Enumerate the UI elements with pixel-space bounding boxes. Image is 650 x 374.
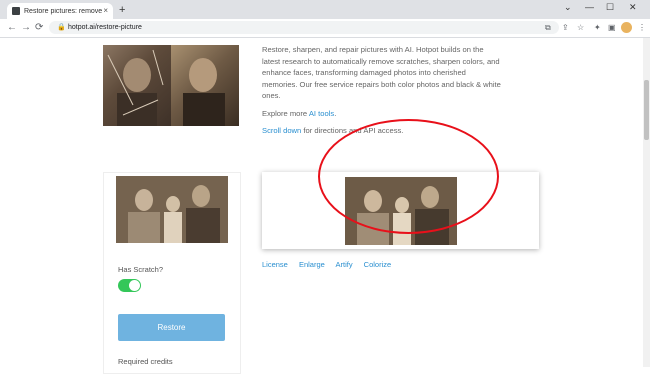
damaged-photo-half — [103, 45, 171, 126]
intro-paragraph: Restore, sharpen, and repair pictures wi… — [262, 45, 501, 100]
back-icon[interactable]: ← — [7, 22, 17, 33]
explore-suffix: . — [334, 108, 337, 118]
has-scratch-label: Has Scratch? — [118, 265, 164, 274]
has-scratch-toggle[interactable] — [118, 279, 141, 292]
bookmark-star-icon[interactable]: ☆ — [577, 23, 584, 32]
required-credits-label: Required credits — [118, 357, 173, 366]
tab-title: Restore pictures: remove scratch — [24, 7, 104, 15]
explore-prefix: Explore more — [262, 108, 309, 118]
maximize-icon[interactable]: ☐ — [606, 2, 614, 13]
license-link[interactable]: License — [262, 260, 288, 269]
lock-icon[interactable]: 🔒 — [57, 21, 66, 34]
profile-avatar[interactable] — [621, 22, 632, 33]
intro-description: Restore, sharpen, and repair pictures wi… — [262, 44, 502, 143]
scroll-suffix: for directions and API access. — [301, 126, 404, 135]
new-tab-icon[interactable]: + — [119, 4, 125, 16]
uploaded-photo-thumbnail[interactable] — [116, 176, 228, 243]
tab-search-icon[interactable]: ⌄ — [564, 2, 572, 13]
scroll-line: Scroll down for directions and API acces… — [262, 125, 502, 137]
share-icon[interactable]: ⇪ — [562, 23, 569, 32]
result-actions: License Enlarge Artify Colorize — [262, 260, 400, 269]
upload-panel: Has Scratch? Restore Required credits — [103, 172, 241, 374]
before-after-example-image — [103, 45, 239, 126]
explore-line: Explore more AI tools. — [262, 108, 502, 120]
address-bar[interactable]: 🔒 hotpot.ai/restore-picture — [49, 21, 559, 34]
artify-link[interactable]: Artify — [335, 260, 352, 269]
browser-toolbar: ← → ⟳ 🔒 hotpot.ai/restore-picture ⧉ ⇪ ☆ … — [0, 19, 650, 38]
url-text[interactable]: hotpot.ai/restore-picture — [68, 21, 142, 34]
result-card — [262, 172, 539, 249]
restore-button[interactable]: Restore — [118, 314, 225, 341]
page-scrollbar[interactable] — [643, 38, 650, 367]
ai-tools-link[interactable]: AI tools — [309, 109, 334, 118]
menu-icon[interactable]: ⋮ — [638, 23, 646, 32]
window-close-icon[interactable]: ✕ — [629, 2, 637, 13]
forward-icon[interactable]: → — [21, 22, 31, 33]
site-favicon-icon — [12, 7, 20, 15]
translate-icon[interactable]: ⧉ — [545, 23, 551, 33]
restored-photo-result[interactable] — [345, 177, 457, 245]
tab-close-icon[interactable]: × — [103, 6, 108, 15]
tab-strip: Restore pictures: remove scratch × + ⌄ —… — [0, 0, 650, 19]
scroll-down-link[interactable]: Scroll down — [262, 126, 301, 135]
side-panel-icon[interactable]: ▣ — [608, 23, 616, 32]
enlarge-link[interactable]: Enlarge — [299, 260, 325, 269]
toggle-knob — [129, 280, 140, 291]
extensions-icon[interactable]: ✦ — [594, 23, 601, 32]
colorize-link[interactable]: Colorize — [364, 260, 392, 269]
reload-icon[interactable]: ⟳ — [35, 22, 43, 33]
browser-tab[interactable]: Restore pictures: remove scratch × — [7, 3, 113, 19]
scrollbar-thumb[interactable] — [644, 80, 649, 140]
page-content: Restore, sharpen, and repair pictures wi… — [0, 38, 643, 374]
restored-photo-half — [171, 45, 239, 126]
minimize-icon[interactable]: — — [585, 2, 594, 12]
